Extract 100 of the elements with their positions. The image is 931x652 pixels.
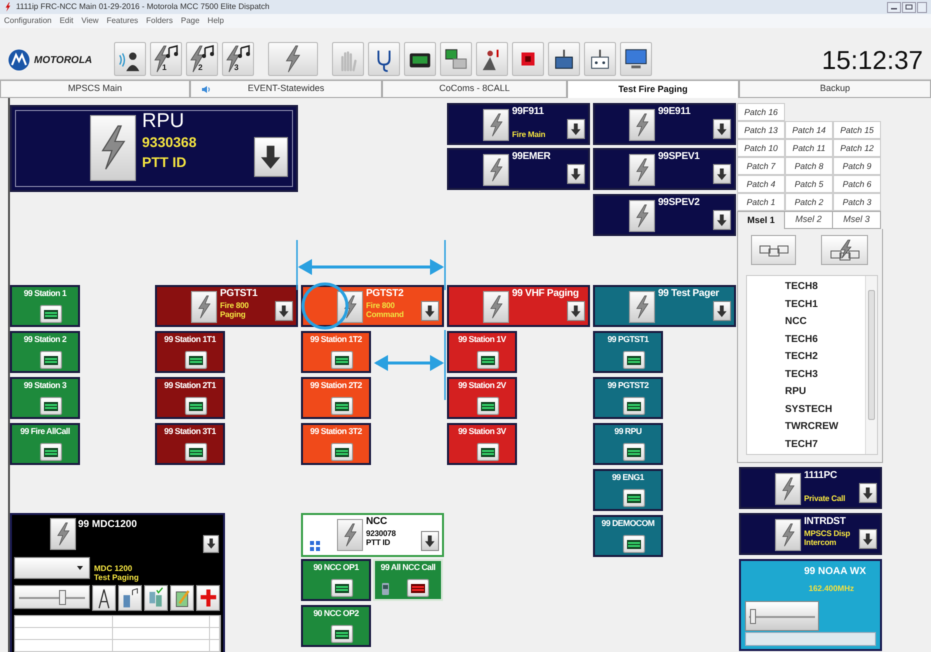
menu-arrow-button[interactable] bbox=[713, 119, 731, 139]
menu-arrow-button[interactable] bbox=[859, 529, 877, 549]
pager-button[interactable] bbox=[407, 579, 429, 597]
pager-button[interactable] bbox=[623, 397, 645, 415]
pager-button[interactable] bbox=[185, 443, 207, 461]
scroll-thumb[interactable] bbox=[868, 290, 875, 420]
alert-button[interactable] bbox=[476, 42, 508, 76]
msel-tab[interactable]: Msel 3 bbox=[833, 211, 881, 229]
resource-tile[interactable]: 99E911 bbox=[593, 103, 736, 145]
patch-button[interactable]: Patch 9 bbox=[833, 157, 881, 175]
minimize-button[interactable] bbox=[887, 2, 901, 12]
resource-tile[interactable]: 99 Station 2V bbox=[447, 377, 517, 419]
resource-tile[interactable]: 99SPEV2 bbox=[593, 194, 736, 236]
menu-arrow-button[interactable] bbox=[567, 164, 585, 184]
transmitter-button[interactable] bbox=[548, 42, 580, 76]
resource-tile[interactable]: 99F911 Fire Main bbox=[447, 103, 590, 145]
patch-button[interactable]: Patch 11 bbox=[785, 139, 833, 157]
patch-button[interactable] bbox=[751, 235, 796, 265]
patch-button[interactable]: Patch 6 bbox=[833, 175, 881, 193]
msel-tab[interactable]: Msel 1 bbox=[737, 211, 785, 229]
menu-arrow-button[interactable] bbox=[713, 164, 731, 184]
ptt-button[interactable] bbox=[483, 291, 509, 323]
ptt-button[interactable] bbox=[191, 291, 217, 323]
mdc-panel[interactable]: 99 MDC1200 MDC 1200 Test Paging bbox=[10, 513, 225, 652]
page-button[interactable]: 2 bbox=[186, 42, 218, 76]
pager-button[interactable] bbox=[331, 351, 353, 369]
ptt-button[interactable] bbox=[337, 519, 363, 551]
menu-arrow-button[interactable] bbox=[275, 301, 293, 321]
menu-arrow-button[interactable] bbox=[203, 535, 219, 553]
pager-button[interactable] bbox=[185, 397, 207, 415]
menu-item[interactable]: Help bbox=[208, 15, 224, 27]
patch-button[interactable]: Patch 5 bbox=[785, 175, 833, 193]
monitor-button[interactable] bbox=[620, 42, 652, 76]
resource-tile[interactable]: 99 Station 3V bbox=[447, 423, 517, 465]
stethoscope-button[interactable] bbox=[368, 42, 400, 76]
menu-arrow-button[interactable] bbox=[713, 210, 731, 230]
menu-item[interactable]: Edit bbox=[60, 15, 74, 27]
speaker-button[interactable] bbox=[114, 42, 146, 76]
tab[interactable]: EVENT-Statewides bbox=[190, 80, 382, 98]
resource-tile[interactable]: 99 Station 1T1 bbox=[155, 331, 225, 373]
pager-button[interactable] bbox=[331, 625, 353, 643]
dropdown[interactable] bbox=[14, 557, 90, 579]
resource-tile[interactable]: RPU 9330368 PTT ID bbox=[10, 105, 298, 192]
list-item[interactable]: TECH3 bbox=[785, 366, 865, 383]
patch-button[interactable]: Patch 4 bbox=[737, 175, 785, 193]
resource-tile[interactable]: 1111PC Private Call bbox=[739, 467, 882, 509]
resource-tile[interactable]: 99 Station 1 bbox=[10, 285, 80, 327]
pager-button[interactable] bbox=[40, 305, 62, 323]
menu-arrow-button[interactable] bbox=[421, 531, 439, 551]
patch-button[interactable]: Patch 2 bbox=[785, 193, 833, 211]
menu-arrow-button[interactable] bbox=[859, 483, 877, 503]
menu-item[interactable]: Page bbox=[180, 15, 200, 27]
resource-tile[interactable]: 90 NCC OP1 bbox=[301, 559, 371, 601]
patch-button[interactable]: Patch 7 bbox=[737, 157, 785, 175]
menu-arrow-button[interactable] bbox=[421, 301, 439, 321]
list-item[interactable]: TECH8 bbox=[785, 278, 865, 296]
tab[interactable]: CoComs - 8CALL bbox=[382, 80, 567, 98]
slider-thumb[interactable] bbox=[750, 609, 756, 624]
list-item[interactable]: RPU bbox=[785, 383, 865, 400]
patch-transmit-button[interactable] bbox=[821, 235, 868, 265]
resource-tile[interactable]: PGTST2 Fire 800 Command bbox=[301, 285, 444, 327]
ptt-button[interactable] bbox=[629, 109, 655, 141]
ptt-button[interactable] bbox=[483, 109, 509, 141]
page-button[interactable]: 3 bbox=[222, 42, 254, 76]
resource-tile[interactable]: 99 Station 3 bbox=[10, 377, 80, 419]
pager-button[interactable] bbox=[404, 42, 436, 76]
ptt-button[interactable] bbox=[629, 291, 655, 323]
resource-tile[interactable]: 99 Station 2T2 bbox=[301, 377, 371, 419]
resource-tile[interactable]: 99 PGTST2 bbox=[593, 377, 663, 419]
pager-button[interactable] bbox=[331, 397, 353, 415]
resource-tile[interactable]: 99SPEV1 bbox=[593, 148, 736, 190]
scrollbar[interactable] bbox=[865, 276, 877, 454]
tab[interactable]: Backup bbox=[739, 80, 931, 98]
list-item[interactable]: TECH6 bbox=[785, 330, 865, 348]
resource-tile[interactable]: 99 Station 3T2 bbox=[301, 423, 371, 465]
resource-tile[interactable]: 99EMER bbox=[447, 148, 590, 190]
list-item[interactable]: TECH7 bbox=[785, 436, 865, 453]
lightning-button[interactable] bbox=[268, 42, 318, 76]
pager-button[interactable] bbox=[185, 351, 207, 369]
menu-arrow-button[interactable] bbox=[567, 301, 585, 321]
resource-tile[interactable]: INTRDST MPSCS Disp Intercom bbox=[739, 513, 882, 555]
resource-tile[interactable]: 99 Station 1T2 bbox=[301, 331, 371, 373]
menu-item[interactable]: Configuration bbox=[4, 15, 52, 27]
pager-button[interactable] bbox=[623, 443, 645, 461]
resource-tile[interactable]: 99 Station 2 bbox=[10, 331, 80, 373]
resource-tile[interactable]: 99 Station 3T1 bbox=[155, 423, 225, 465]
resource-tile[interactable]: NCC 9230078 PTT ID bbox=[301, 513, 444, 557]
ptt-button[interactable] bbox=[629, 154, 655, 186]
resource-tile[interactable]: 99 DEMOCOM bbox=[593, 515, 663, 557]
resource-tile[interactable]: 90 NCC OP2 bbox=[301, 605, 371, 647]
pager-button[interactable] bbox=[477, 443, 499, 461]
ptt-button[interactable] bbox=[90, 115, 136, 181]
resource-tile[interactable]: 99 PGTST1 bbox=[593, 331, 663, 373]
patch-button[interactable]: Patch 12 bbox=[833, 139, 881, 157]
pager-button[interactable] bbox=[477, 351, 499, 369]
menu-item[interactable]: Folders bbox=[146, 15, 173, 27]
tab[interactable]: MPSCS Main bbox=[0, 80, 190, 98]
console-button[interactable] bbox=[584, 42, 616, 76]
ptt-button[interactable] bbox=[775, 473, 801, 505]
tool-button[interactable] bbox=[92, 585, 116, 611]
